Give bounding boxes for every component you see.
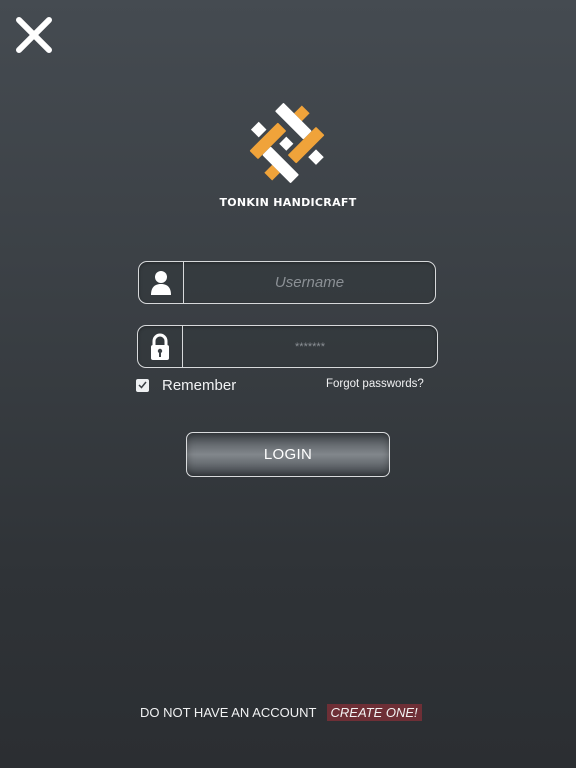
close-icon	[16, 17, 52, 53]
username-input[interactable]	[184, 262, 435, 303]
password-icon-cell	[138, 326, 183, 367]
close-button[interactable]	[14, 15, 54, 55]
username-field[interactable]	[138, 261, 436, 304]
forgot-password-link[interactable]: Forgot passwords?	[326, 378, 424, 390]
check-icon	[138, 381, 147, 389]
remember-checkbox[interactable]: Remember	[136, 376, 237, 394]
create-account-link[interactable]: CREATE ONE!	[326, 704, 422, 721]
signup-prompt-text: DO NOT HAVE AN ACCOUNT	[140, 705, 317, 720]
checkbox-box[interactable]	[136, 378, 149, 392]
signup-prompt: DO NOT HAVE AN ACCOUNT CREATE ONE!	[140, 704, 422, 721]
user-icon	[151, 270, 171, 295]
username-icon-cell	[139, 262, 184, 303]
brand-logo	[241, 98, 333, 188]
password-input[interactable]	[183, 326, 437, 367]
login-button[interactable]: LOGIN	[186, 432, 390, 477]
password-field[interactable]	[137, 325, 438, 368]
remember-label: Remember	[162, 376, 237, 394]
lock-icon	[151, 333, 169, 360]
brand-name: TONKIN HANDICRAFT	[219, 196, 357, 209]
